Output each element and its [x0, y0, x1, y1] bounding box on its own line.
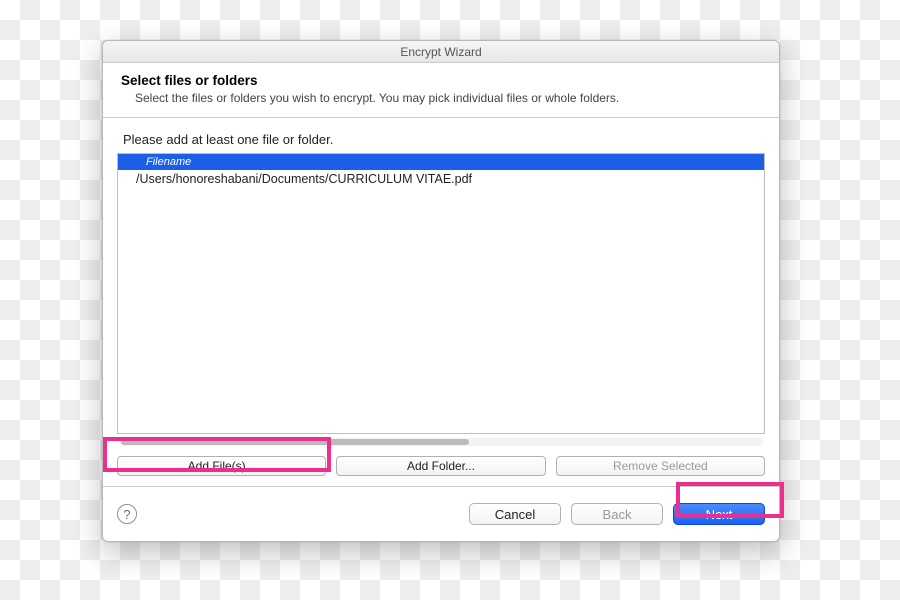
cancel-button[interactable]: Cancel — [469, 503, 561, 525]
help-label: ? — [123, 507, 130, 522]
next-button[interactable]: Next — [673, 503, 765, 525]
scrollbar-thumb[interactable] — [121, 439, 469, 445]
page-title: Select files or folders — [121, 73, 761, 88]
file-list-rows: /Users/honoreshabani/Documents/CURRICULU… — [118, 170, 764, 433]
file-action-row: Add File(s)... Add Folder... Remove Sele… — [117, 456, 765, 476]
page-subtitle: Select the files or folders you wish to … — [135, 91, 761, 105]
add-files-button[interactable]: Add File(s)... — [117, 456, 326, 476]
back-button: Back — [571, 503, 663, 525]
titlebar[interactable]: Encrypt Wizard — [103, 41, 779, 63]
wizard-body: Please add at least one file or folder. … — [103, 118, 779, 487]
encrypt-wizard-window: Encrypt Wizard Select files or folders S… — [102, 40, 780, 542]
list-item[interactable]: /Users/honoreshabani/Documents/CURRICULU… — [118, 170, 764, 188]
wizard-footer: ? Cancel Back Next — [103, 487, 779, 541]
file-list[interactable]: Filename /Users/honoreshabani/Documents/… — [117, 153, 765, 434]
help-icon[interactable]: ? — [117, 504, 137, 524]
remove-selected-button: Remove Selected — [556, 456, 765, 476]
horizontal-scrollbar[interactable] — [119, 438, 763, 446]
add-folder-button[interactable]: Add Folder... — [336, 456, 545, 476]
wizard-header: Select files or folders Select the files… — [103, 63, 779, 118]
instruction-text: Please add at least one file or folder. — [123, 132, 759, 147]
column-header-filename[interactable]: Filename — [118, 154, 764, 170]
window-title: Encrypt Wizard — [400, 45, 481, 59]
